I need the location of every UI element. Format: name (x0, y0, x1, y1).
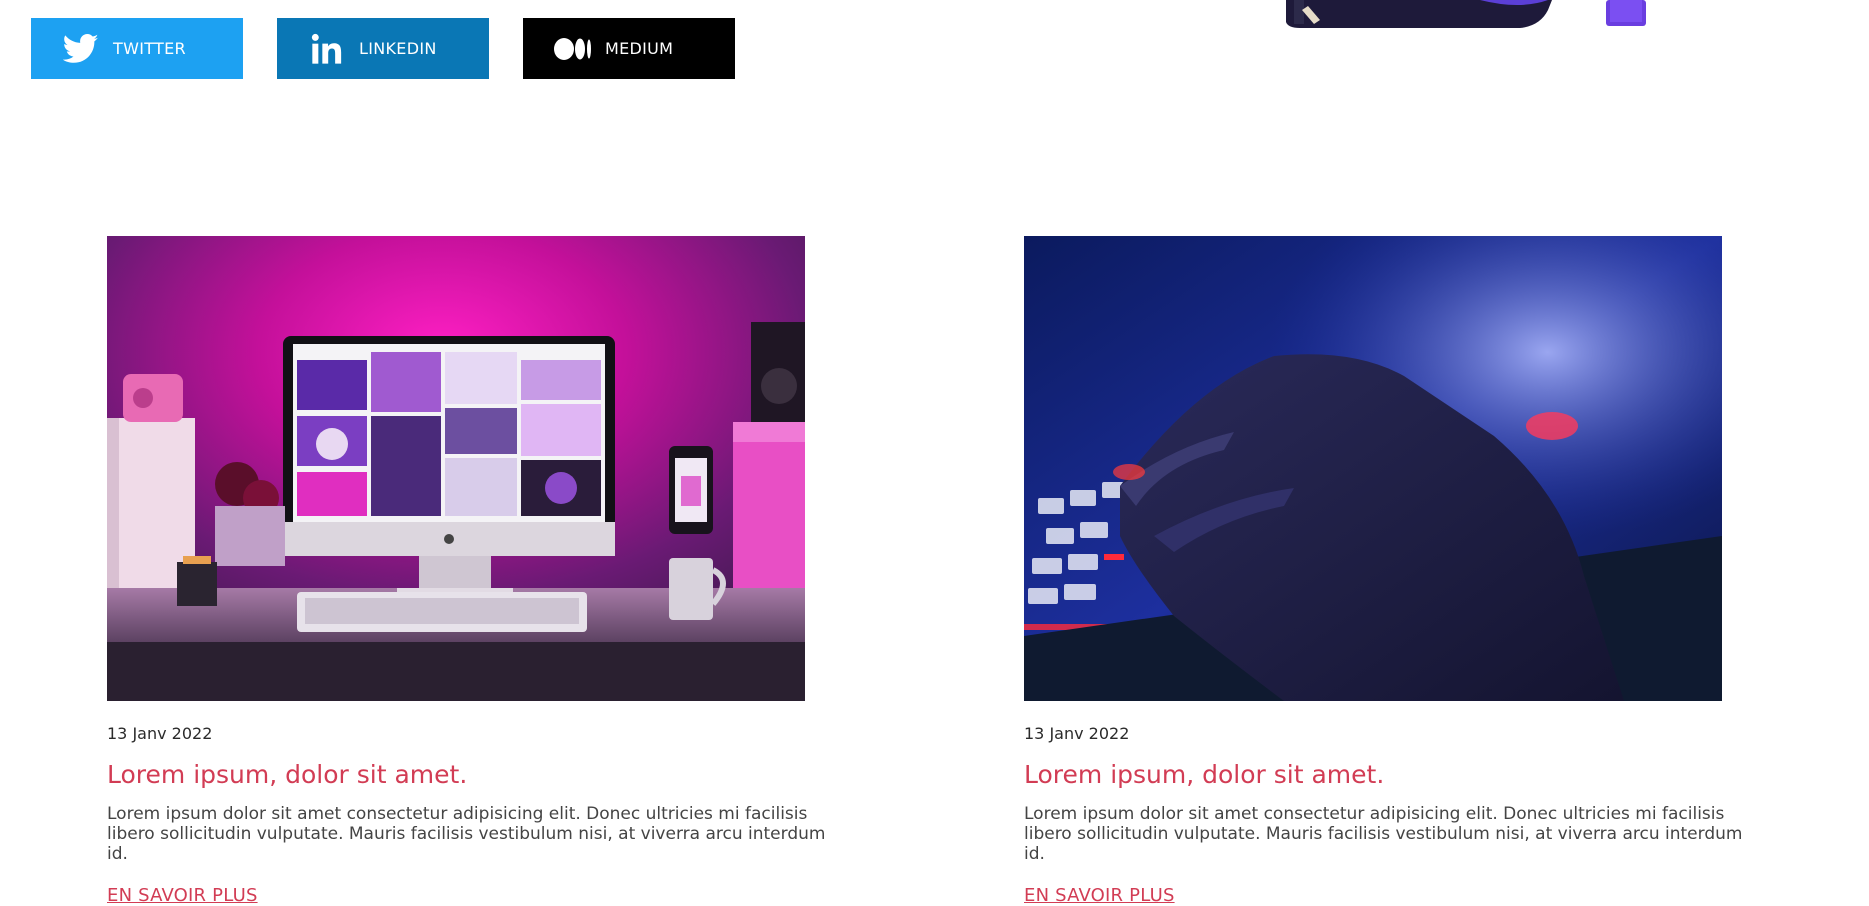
social-buttons-row: TWITTER LINKEDIN MEDIUM (31, 18, 735, 79)
twitter-button[interactable]: TWITTER (31, 18, 243, 79)
article-date: 13 Janv 2022 (107, 724, 213, 743)
article-title[interactable]: Lorem ipsum, dolor sit amet. (1024, 759, 1869, 791)
twitter-bird-icon (61, 31, 101, 67)
medium-button-label: MEDIUM (605, 39, 674, 58)
article-date: 13 Janv 2022 (1024, 724, 1130, 743)
article-excerpt: Lorem ipsum dolor sit amet consectetur a… (107, 804, 826, 864)
hero-illustration-fragment (1280, 0, 1660, 30)
linkedin-button-label: LINKEDIN (359, 39, 437, 58)
medium-button[interactable]: MEDIUM (523, 18, 735, 79)
article-card: 13 Janv 2022 Lorem ipsum, dolor sit amet… (107, 236, 967, 906)
article-image-keyboard-hand[interactable] (1024, 236, 1722, 701)
article-card: 13 Janv 2022 Lorem ipsum, dolor sit amet… (1024, 236, 1869, 906)
twitter-button-label: TWITTER (113, 39, 186, 58)
linkedin-button[interactable]: LINKEDIN (277, 18, 489, 79)
article-image-desk-setup[interactable] (107, 236, 805, 701)
linkedin-in-icon (307, 31, 347, 67)
article-title[interactable]: Lorem ipsum, dolor sit amet. (107, 759, 967, 791)
article-excerpt: Lorem ipsum dolor sit amet consectetur a… (1024, 804, 1743, 864)
medium-dots-icon (553, 31, 593, 67)
